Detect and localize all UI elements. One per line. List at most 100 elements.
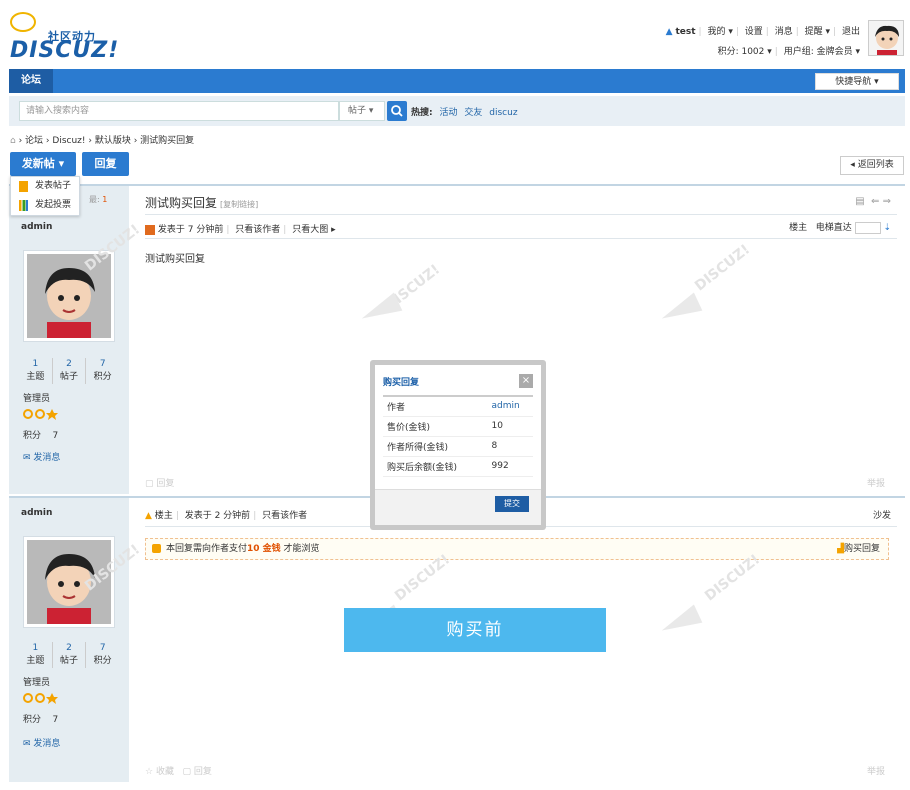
paid-reply-notice: 本回复需向作者支付10 金钱 才能浏览 ▟购买回复 [145, 538, 889, 560]
usergroup-menu[interactable]: 用户组: 金牌会员 [784, 47, 853, 57]
rank-stars [23, 692, 63, 711]
next-thread-icon[interactable]: ⇒ [883, 196, 891, 207]
elevator-input[interactable] [854, 221, 881, 234]
report-link-faint[interactable]: 举报 [867, 476, 885, 489]
reply-cost: 10 金钱 [247, 544, 281, 554]
elevator-label: 电梯直达 [815, 223, 852, 233]
table-row: 购买后余额(金钱) 992 [383, 456, 533, 477]
dialog-title: 购买回复 [383, 378, 420, 388]
prev-thread-icon[interactable]: ⇐ [871, 196, 879, 207]
only-author-link[interactable]: 只看该作者 [235, 225, 280, 235]
username-link[interactable]: test [675, 27, 695, 37]
document-icon [19, 181, 28, 192]
hot-term[interactable]: 活动 [439, 108, 457, 118]
purchase-details: 作者 admin 售价(金钱) 10 作者所得(金钱) 8 购买后余额(金钱) 992 [383, 395, 533, 477]
author-avatar[interactable] [23, 536, 115, 628]
breadcrumb-item[interactable]: 测试购买回复 [140, 136, 194, 146]
breadcrumb-item[interactable]: Discuz! [52, 136, 85, 146]
hot-search-label: 热搜: [411, 108, 433, 118]
rank-stars [23, 408, 63, 427]
messages-link[interactable]: 消息 [775, 27, 793, 37]
print-icon[interactable]: ▤ [855, 196, 864, 207]
nav-forum-tab[interactable]: 论坛 [9, 69, 53, 93]
new-post-button[interactable]: 发新帖 ▾ [10, 152, 76, 176]
buy-reply-link[interactable]: ▟购买回复 [837, 539, 880, 559]
back-to-list-button[interactable]: ◂ 返回列表 [840, 156, 904, 175]
search-button[interactable] [387, 101, 407, 121]
row-label: 作者所得(金钱) [383, 436, 488, 457]
author-name[interactable]: admin [21, 222, 52, 232]
reply-link-faint[interactable]: ▢ 回复 [145, 476, 174, 489]
stat-threads[interactable]: 1 主题 [19, 642, 53, 668]
breadcrumb: ⌂ › 论坛 › Discuz! › 默认版块 › 测试购买回复 [10, 136, 195, 146]
table-row: 售价(金钱) 10 [383, 416, 533, 437]
points-label: 积分 [23, 715, 42, 725]
only-author-link[interactable]: 只看该作者 [262, 511, 307, 521]
points-value: 7 [52, 715, 59, 725]
quick-nav-button[interactable]: 快捷导航 ▾ [815, 73, 899, 90]
stat-points[interactable]: 7 积分 [86, 358, 119, 384]
post-poll-item[interactable]: 发起投票 [11, 196, 79, 215]
user-bar: ▲ test | 我的 ▾ | 设置 | 消息 | 提醒 ▾ | 退出 积分: 1002 … [665, 27, 860, 57]
my-menu[interactable]: 我的 [707, 27, 725, 37]
role-label: 管理员 [23, 394, 51, 404]
thread-title: 测试购买回复 [复制链接] [145, 196, 259, 210]
post-actions-faint: ☆ 收藏 ▢ 回复 [145, 764, 212, 777]
header-avatar[interactable] [868, 20, 904, 56]
search-icon [391, 105, 403, 117]
search-bar: 请输入搜索内容 帖子 ▾ 热搜: 活动 交友 discuz [9, 96, 905, 126]
big-image-link[interactable]: 只看大图 [292, 225, 328, 235]
breadcrumb-item[interactable]: 默认版块 [95, 136, 131, 146]
buy-icon: ▟ [837, 544, 844, 554]
hot-term[interactable]: discuz [489, 108, 517, 118]
role-label: 管理员 [23, 678, 51, 688]
favorite-link-faint[interactable]: ☆ 收藏 [145, 767, 174, 777]
elevator-go-icon[interactable]: ⇣ [883, 223, 891, 233]
site-logo[interactable]: 社区动力 DISCUZ! [10, 12, 120, 64]
copy-link[interactable]: [复制链接] [220, 200, 258, 209]
row-value: 992 [487, 456, 533, 477]
row-value[interactable]: admin [487, 396, 533, 417]
reply-link-faint[interactable]: ▢ 回复 [183, 767, 212, 777]
floor-number: 沙发 [872, 511, 891, 521]
reply-button[interactable]: 回复 [82, 152, 129, 176]
breadcrumb-item[interactable]: 论坛 [25, 136, 43, 146]
reminders-menu[interactable]: 提醒 [805, 27, 823, 37]
stat-posts[interactable]: 2 帖子 [53, 358, 87, 384]
home-icon[interactable]: ⌂ [10, 136, 16, 146]
stat-posts[interactable]: 2 帖子 [53, 642, 87, 668]
report-link-faint[interactable]: 举报 [867, 764, 885, 777]
author-sidebar: admin 1 主题 2 帖子 7 积分 管理员 积分 7 ✉ 发消息 [9, 498, 129, 782]
logo-word: DISCUZ! [10, 38, 120, 63]
table-row: 作者 admin [383, 396, 533, 417]
author-stats: 1 主题 2 帖子 7 积分 [19, 358, 119, 384]
user-icon: ▲ [665, 27, 673, 37]
row-value: 10 [487, 416, 533, 437]
settings-link[interactable]: 设置 [745, 27, 763, 37]
submit-button[interactable]: 提交 [495, 496, 529, 512]
post-thread-item[interactable]: 发表帖子 [11, 177, 79, 196]
dialog-footer: 提交 [375, 489, 541, 525]
logout-link[interactable]: 退出 [842, 27, 860, 37]
stat-threads[interactable]: 1 主题 [19, 358, 53, 384]
search-input[interactable]: 请输入搜索内容 [19, 101, 339, 121]
points-menu[interactable]: 积分: 1002 [718, 47, 765, 57]
author-name[interactable]: admin [21, 508, 52, 518]
floor-owner-label: 楼主 [154, 511, 173, 521]
thread-tools: ▤ ⇐ ⇒ [855, 196, 891, 207]
author-badge-icon [145, 224, 155, 235]
post-time: 发表于 2 分钟前 [184, 511, 251, 521]
author-avatar[interactable] [23, 250, 115, 342]
row-label: 作者 [383, 396, 488, 417]
before-purchase-banner: 购买前 [344, 608, 606, 652]
close-icon[interactable]: × [519, 374, 533, 388]
send-message-link[interactable]: ✉ 发消息 [23, 450, 60, 463]
author-stats: 1 主题 2 帖子 7 积分 [19, 642, 119, 668]
search-type-select[interactable]: 帖子 ▾ [339, 101, 385, 121]
hot-term[interactable]: 交友 [464, 108, 482, 118]
hot-search: 热搜: 活动 交友 discuz [411, 105, 522, 118]
floor-label: 楼主 [789, 223, 808, 233]
send-message-link[interactable]: ✉ 发消息 [23, 736, 60, 749]
stat-points[interactable]: 7 积分 [86, 642, 119, 668]
new-post-dropdown: 发表帖子 发起投票 [10, 176, 80, 216]
